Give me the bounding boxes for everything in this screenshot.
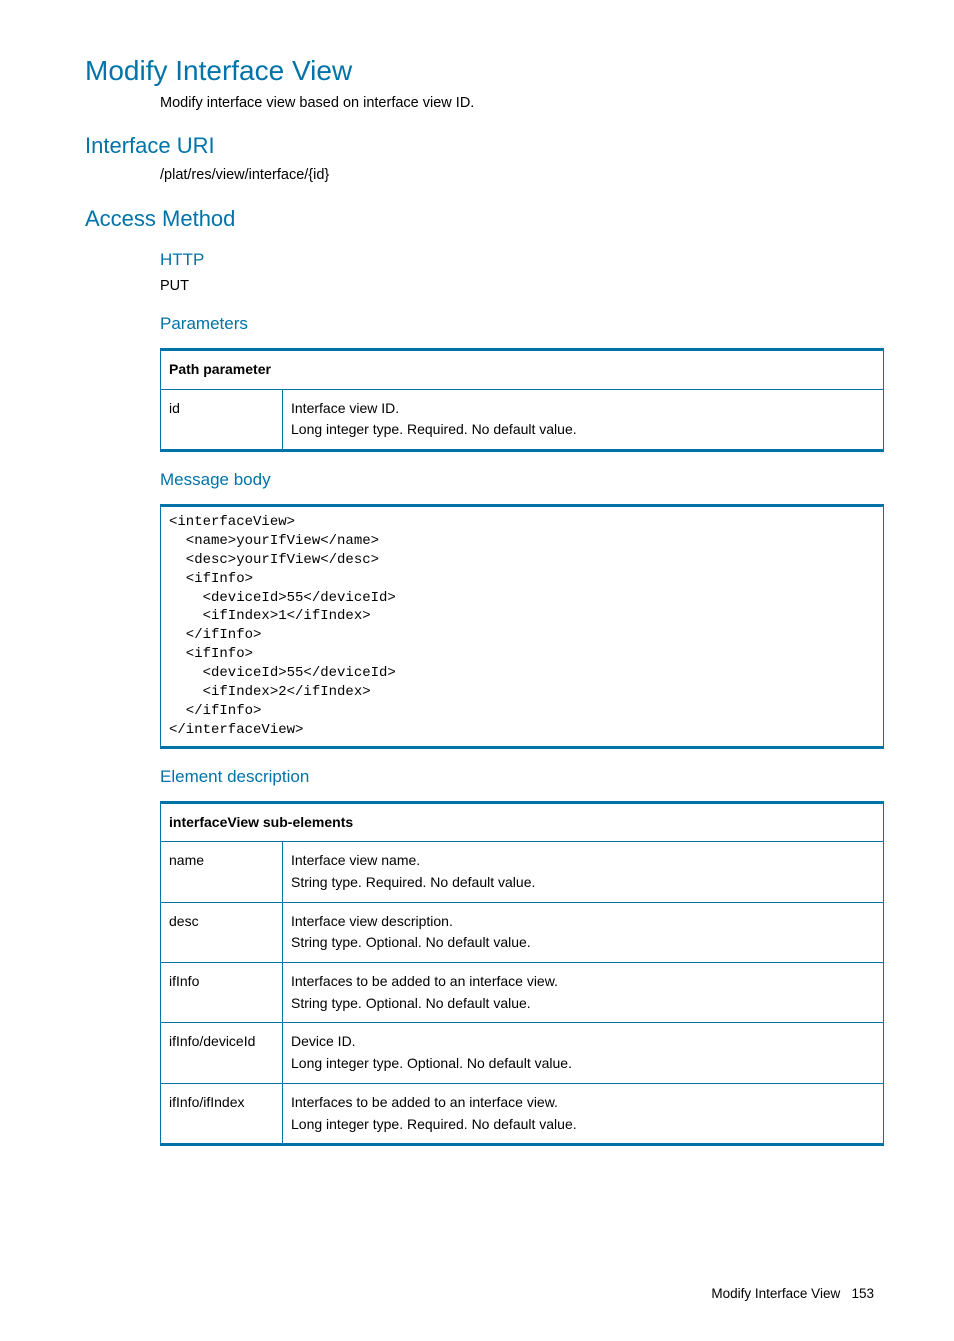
page-title: Modify Interface View [85, 55, 884, 87]
table-row: ifInfo Interfaces to be added to an inte… [161, 963, 884, 1023]
access-heading: Access Method [85, 206, 884, 232]
element-name: ifInfo/ifIndex [161, 1083, 283, 1144]
message-body-heading: Message body [160, 470, 884, 490]
element-name: ifInfo/deviceId [161, 1023, 283, 1083]
element-desc: Interfaces to be added to an interface v… [283, 963, 884, 1023]
param-desc: Interface view ID. Long integer type. Re… [283, 389, 884, 450]
table-row: ifInfo/ifIndex Interfaces to be added to… [161, 1083, 884, 1144]
table-row: ifInfo/deviceId Device ID. Long integer … [161, 1023, 884, 1083]
http-method: PUT [160, 276, 884, 296]
parameters-heading: Parameters [160, 314, 884, 334]
footer-page-num: 153 [851, 1286, 874, 1301]
table-header: Path parameter [161, 349, 884, 389]
element-description-table: interfaceView sub-elements name Interfac… [160, 801, 884, 1147]
element-desc: Device ID. Long integer type. Optional. … [283, 1023, 884, 1083]
element-desc: Interface view description. String type.… [283, 902, 884, 962]
table-row: name Interface view name. String type. R… [161, 842, 884, 902]
param-name: id [161, 389, 283, 450]
element-desc: Interfaces to be added to an interface v… [283, 1083, 884, 1144]
element-name: ifInfo [161, 963, 283, 1023]
element-description-heading: Element description [160, 767, 884, 787]
element-name: name [161, 842, 283, 902]
table-header-row: interfaceView sub-elements [161, 802, 884, 842]
path-parameter-table: Path parameter id Interface view ID. Lon… [160, 348, 884, 452]
table-header: interfaceView sub-elements [161, 802, 884, 842]
page-footer: Modify Interface View 153 [85, 1286, 884, 1301]
page-intro: Modify interface view based on interface… [160, 93, 884, 113]
table-row: id Interface view ID. Long integer type.… [161, 389, 884, 450]
table-header-row: Path parameter [161, 349, 884, 389]
element-desc: Interface view name. String type. Requir… [283, 842, 884, 902]
element-name: desc [161, 902, 283, 962]
uri-path: /plat/res/view/interface/{id} [160, 165, 884, 185]
table-row: desc Interface view description. String … [161, 902, 884, 962]
http-heading: HTTP [160, 250, 884, 270]
footer-text: Modify Interface View [711, 1286, 840, 1301]
message-body-code: <interfaceView> <name>yourIfView</name> … [160, 504, 884, 749]
uri-heading: Interface URI [85, 133, 884, 159]
